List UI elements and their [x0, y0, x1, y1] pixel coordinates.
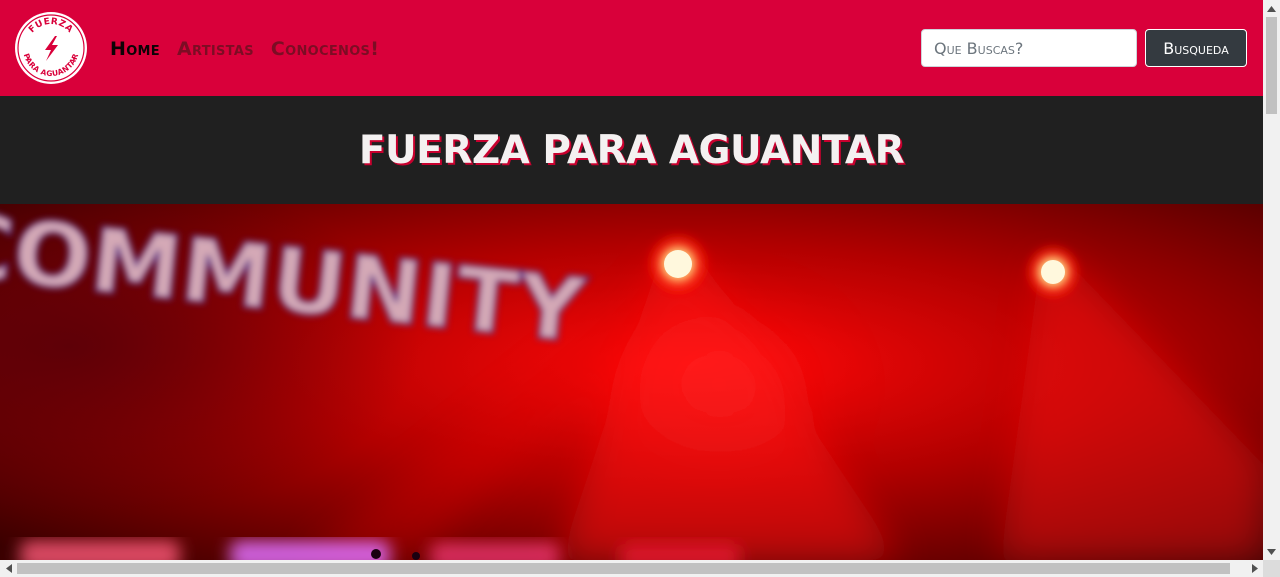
vertical-scroll-thumb[interactable] [1266, 17, 1277, 114]
scroll-left-arrow-icon[interactable] [0, 560, 17, 577]
scrollbar-corner [1263, 560, 1280, 577]
nav-link-home[interactable]: Home [110, 36, 160, 62]
scroll-down-arrow-icon[interactable] [1263, 543, 1280, 560]
page-title: FUERZA PARA AGUANTAR [358, 127, 905, 173]
scroll-up-arrow-icon[interactable] [1263, 0, 1280, 17]
brand-logo[interactable]: FUERZA PARA AGUANTAR [15, 12, 87, 84]
vertical-scrollbar[interactable] [1263, 0, 1280, 560]
search-input[interactable] [921, 29, 1137, 67]
search-button[interactable]: Busqueda [1145, 29, 1247, 67]
nav-links: Home Artistas Conocenos! [110, 36, 379, 62]
logo-emblem: FUERZA PARA AGUANTAR [17, 14, 85, 82]
horizontal-scroll-thumb[interactable] [17, 563, 1230, 574]
scroll-right-arrow-icon[interactable] [1246, 560, 1263, 577]
nav-link-artistas[interactable]: Artistas [177, 36, 254, 62]
navbar: FUERZA PARA AGUANTAR Home Artistas Conoc… [0, 0, 1263, 96]
page-viewport: FUERZA PARA AGUANTAR Home Artistas Conoc… [0, 0, 1263, 560]
concert-hero-image: COMMUNITY [0, 204, 1263, 560]
nav-link-conocenos[interactable]: Conocenos! [271, 36, 379, 62]
hero-title-band: FUERZA PARA AGUANTAR [0, 96, 1263, 204]
horizontal-scrollbar[interactable] [0, 560, 1263, 577]
